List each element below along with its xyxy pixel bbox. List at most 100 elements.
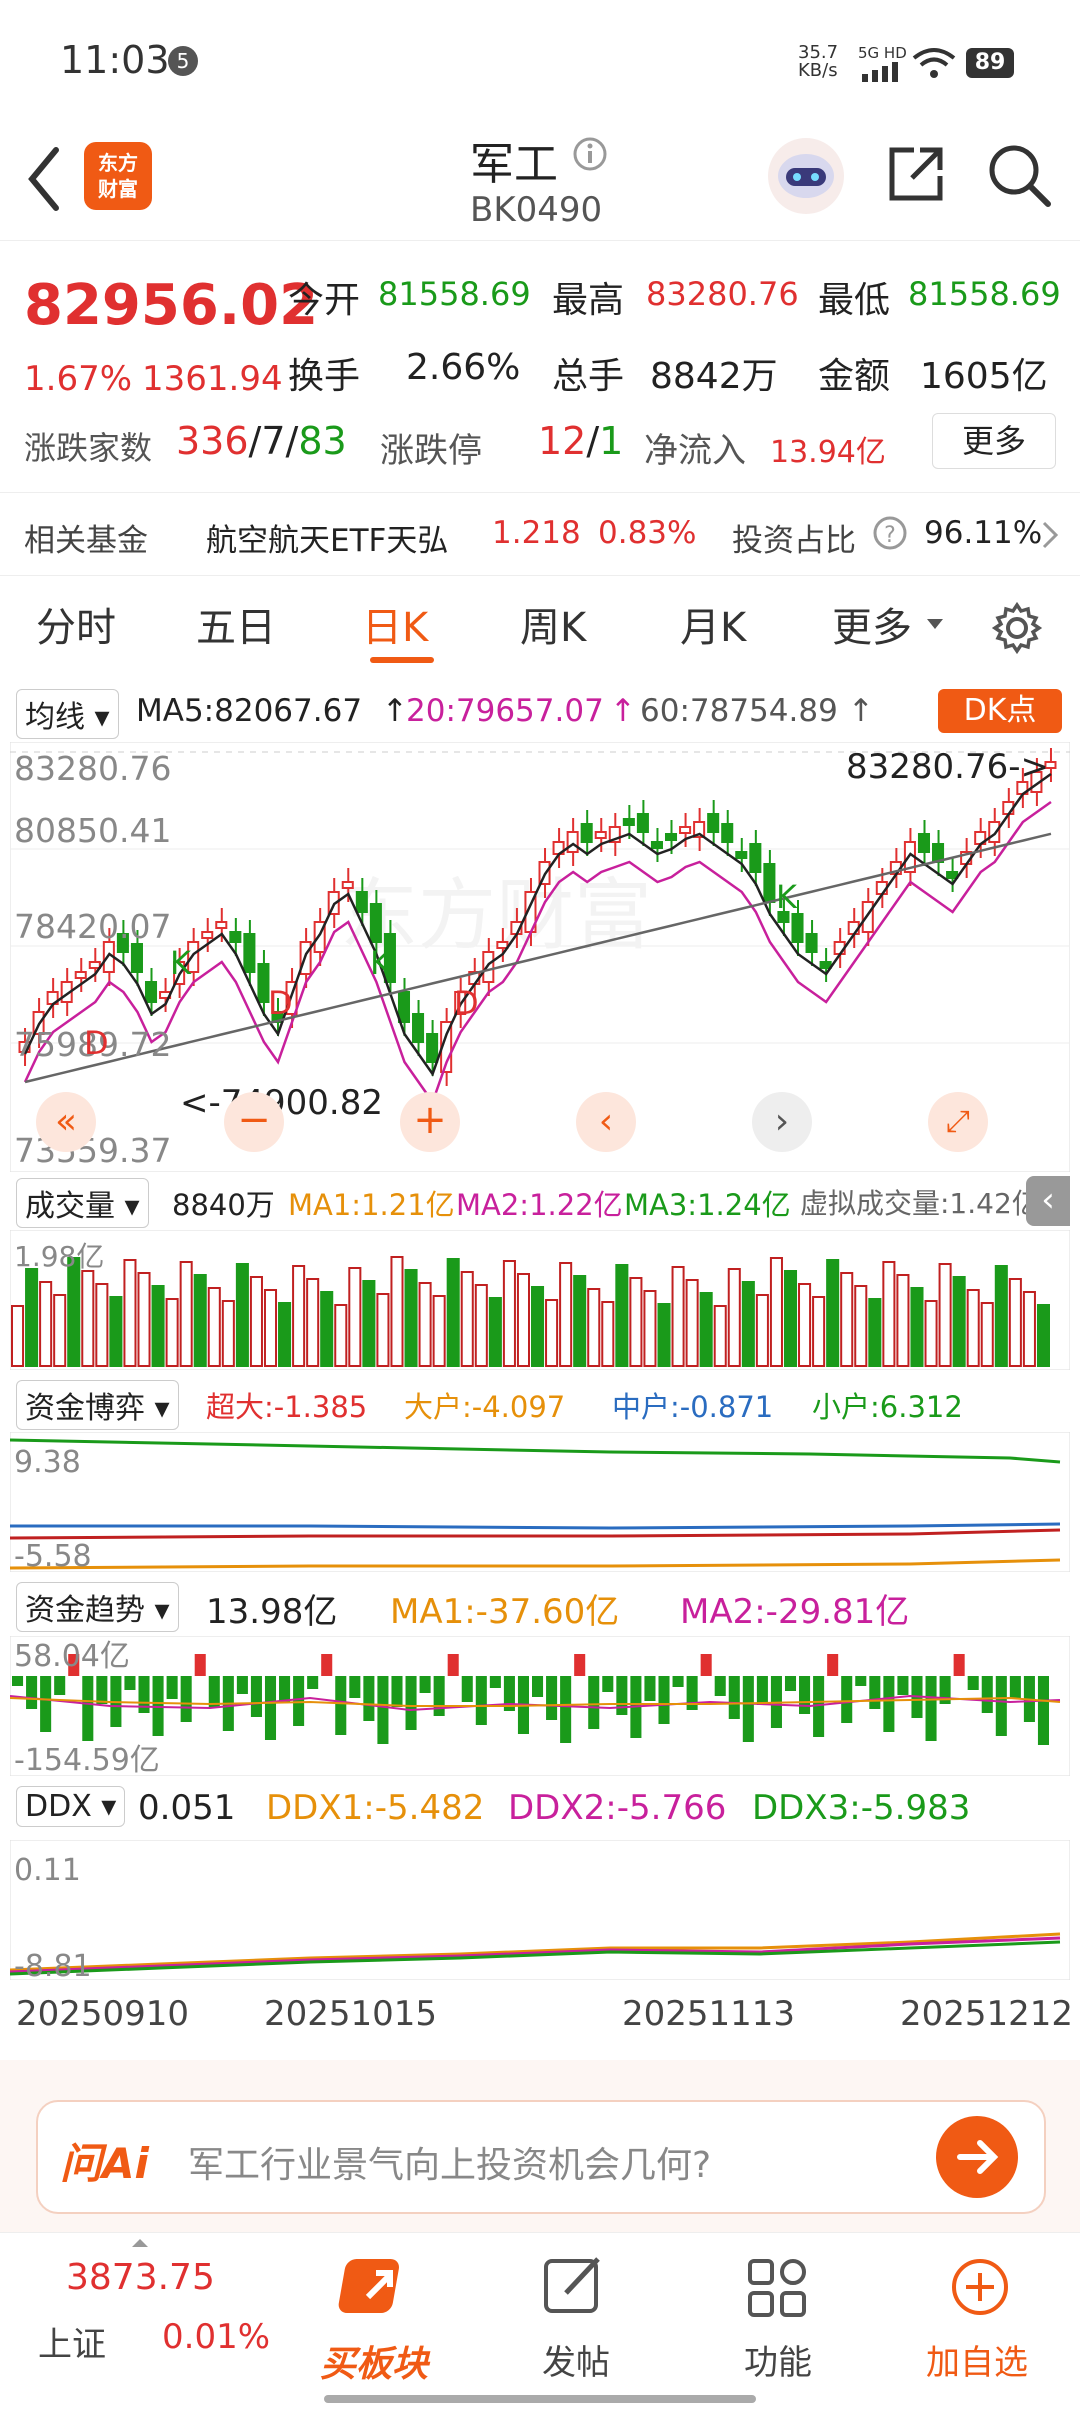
notification-badge: 5 [168,46,198,76]
y-label-3: 78420.07 [14,907,171,946]
more-button[interactable]: 更多 [932,413,1056,469]
info-icon[interactable] [572,136,608,172]
ddx-chart[interactable]: 0.11 -8.81 [10,1840,1070,1980]
tab-more[interactable]: 更多 [832,595,912,653]
ma-selector[interactable]: 均线 ▾ [16,689,119,739]
volume-bar [292,1265,306,1367]
capital-trend-ma2: MA2:-29.81亿 [680,1592,910,1632]
volume-bar [179,1261,193,1367]
ddx-legend: DDX ▾ 0.051 DDX1:-5.482 DDX2:-5.766 DDX3… [0,1784,1080,1836]
candle [215,921,228,929]
zoom-in-icon[interactable]: + [400,1092,460,1152]
volume-bar [755,1294,769,1367]
ai-send-button[interactable] [936,2116,1018,2198]
kline-chart[interactable]: 东方财富 83280.76 80850.41 78420.07 75989.72… [10,742,1070,1172]
volume-bar [376,1293,390,1367]
bottom-nav: 3873.75 上证 0.01% 买板块 发帖 功能 加自选 [0,2232,1080,2409]
trend-bar [1009,1676,1021,1699]
ddx3-value: DDX3:-5.983 [752,1788,971,1828]
y-label-min: 73559.37 [14,1131,171,1170]
date-axis: 20250910 20251015 20251113 20251212 [0,1990,1080,2040]
volume-y-top: 1.98亿 [14,1240,104,1273]
volume-bar [502,1260,516,1367]
collapse-icon[interactable]: ‹ [1026,1176,1070,1226]
volume-bar [573,1275,587,1367]
tab-monthly-k[interactable]: 月K [680,595,746,653]
prev-icon[interactable]: ‹ [576,1092,636,1152]
trend-bar [855,1676,867,1686]
ask-ai-bar[interactable]: 问Ai 军工行业景气向上投资机会几何? [36,2100,1046,2214]
candle [735,851,748,859]
buy-sector-button[interactable]: 买板块 [320,2251,430,2391]
candle [594,831,607,839]
high-value: 83280.76 [646,275,799,313]
ai-robot-icon[interactable] [766,136,846,216]
fund-pct: 0.83% [598,515,697,551]
add-watchlist-button[interactable]: 加自选 [920,2251,1040,2391]
volume-bar [474,1284,488,1367]
ai-label: 问Ai [60,2139,149,2188]
rewind-icon[interactable]: « [36,1092,96,1152]
trend-bar [236,1676,248,1694]
ddx-selector[interactable]: DDX ▾ [16,1786,126,1827]
next-icon[interactable]: › [752,1092,812,1152]
volume-bar [615,1264,629,1367]
related-fund-bar[interactable]: 相关基金 航空航天ETF天弘 1.218 0.83% 投资占比 ? 96.11% [0,492,1080,576]
volume-chart[interactable]: 1.98亿 [10,1230,1070,1370]
function-button[interactable]: 功能 [738,2251,818,2391]
tab-five-day[interactable]: 五日 [196,595,276,653]
trend-bar [869,1676,881,1709]
trend-bar [574,1654,586,1676]
ma5-value: MA5:82067.67 [136,693,363,729]
search-icon[interactable] [986,142,1052,208]
trend-bar [953,1654,965,1676]
candle [679,826,692,834]
volume-bar [699,1292,713,1367]
trend-bar [166,1676,178,1699]
volume-bar [713,1305,727,1367]
candle [243,933,256,973]
share-icon[interactable] [884,142,948,206]
inflow-label: 净流入 [644,431,746,471]
trend-bar [672,1676,684,1687]
capital-trend-selector[interactable]: 资金趋势 ▾ [16,1582,179,1632]
capital-trend-legend: 资金趋势 ▾ 13.98亿 MA1:-37.60亿 MA2:-29.81亿 [0,1580,1080,1632]
trend-bar [26,1676,38,1709]
candle [496,941,509,949]
fullscreen-icon[interactable]: ⤢ [928,1092,988,1152]
volume-bar [826,1259,840,1367]
trend-bar [602,1676,614,1692]
candle [369,903,382,943]
capital-trend-chart[interactable]: 58.04亿 -154.59亿 [10,1636,1070,1776]
trend-bar [799,1676,811,1714]
capital-trend-y-top: 58.04亿 [14,1639,130,1674]
candle [426,1033,439,1063]
trend-bar [363,1676,375,1721]
gear-icon[interactable] [990,601,1044,655]
capital-game-selector[interactable]: 资金博弈 ▾ [16,1380,179,1430]
volume-bar [81,1270,95,1367]
trend-bar [756,1676,768,1705]
trend-bar [250,1676,262,1717]
back-icon[interactable] [24,144,64,214]
candle [707,813,720,833]
volume-bar [812,1296,826,1367]
candle [664,833,678,841]
capital-game-chart[interactable]: 9.38 -5.58 [10,1432,1070,1572]
zoom-out-icon[interactable]: − [224,1092,284,1152]
candle [130,943,143,973]
trend-bar [728,1676,740,1719]
volume-bar [320,1291,334,1367]
help-icon[interactable]: ? [872,515,908,551]
tab-intraday[interactable]: 分时 [36,595,116,653]
tab-weekly-k[interactable]: 周K [520,595,586,653]
tab-daily-k[interactable]: 日K [362,595,428,653]
index-value[interactable]: 3873.75 [66,2257,215,2298]
post-button[interactable]: 发帖 [536,2251,616,2391]
volume-bar [938,1263,952,1367]
dk-point-button[interactable]: DK点 [938,689,1062,733]
volume-ma2: MA2:1.22亿 [456,1188,623,1222]
volume-bar [278,1302,292,1367]
volume-selector[interactable]: 成交量 ▾ [16,1178,149,1228]
candle [819,961,832,969]
